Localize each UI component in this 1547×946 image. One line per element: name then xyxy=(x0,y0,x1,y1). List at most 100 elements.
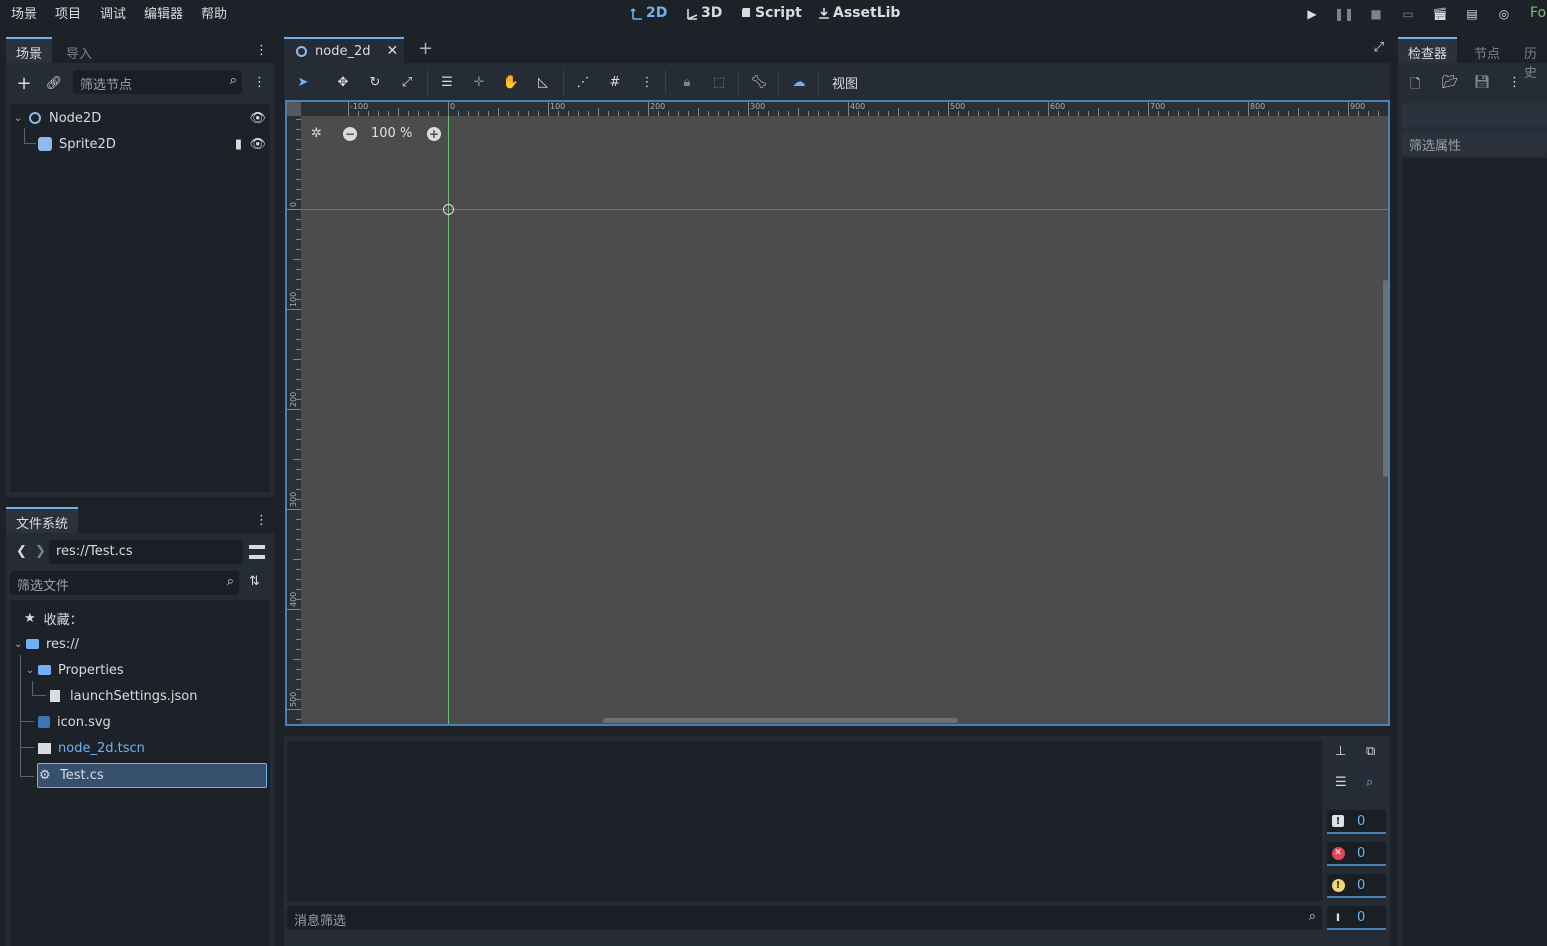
add-node-icon[interactable]: + xyxy=(16,73,32,94)
zoom-level[interactable]: 100 % xyxy=(371,126,412,141)
tree-row-properties[interactable]: ⌄ Properties xyxy=(26,659,124,681)
tab-filesystem[interactable]: 文件系统 xyxy=(6,507,79,533)
path-field[interactable]: res://Test.cs xyxy=(49,540,243,564)
vertical-scrollbar[interactable] xyxy=(1383,280,1388,477)
main-tab-2d[interactable]: 2D xyxy=(631,5,667,21)
tree-row-icon-svg[interactable]: icon.svg xyxy=(38,711,111,733)
new-resource-icon[interactable]: 🗋︎ xyxy=(1410,75,1420,97)
smart-snap-icon[interactable]: ⋰ xyxy=(573,73,593,91)
copy-icon[interactable]: ⧉ xyxy=(1366,744,1375,759)
play-icon[interactable]: ▶ xyxy=(1302,5,1322,23)
script-attached-icon[interactable]: ▮ xyxy=(235,137,242,152)
dock-menu-icon[interactable]: ⋮ xyxy=(255,43,268,58)
open-resource-icon[interactable]: 📂︎ xyxy=(1442,75,1459,90)
errors-toggle[interactable]: ✕ 0 xyxy=(1327,842,1386,866)
property-filter-input[interactable]: 筛选属性 xyxy=(1402,131,1547,155)
menu-editor[interactable]: 编辑器 xyxy=(144,3,183,22)
renderer-label[interactable]: Fo xyxy=(1530,5,1546,21)
visibility-icon[interactable]: 👁︎ xyxy=(249,137,266,152)
main-tab-assetlib[interactable]: AssetLib xyxy=(818,5,900,21)
ruler-minor-tick xyxy=(418,111,419,116)
filter-search-icon[interactable]: ⌕ xyxy=(1366,775,1373,790)
main-tab-script[interactable]: Script xyxy=(740,5,802,21)
ruler-minor-tick xyxy=(296,429,301,430)
main-tab-3d[interactable]: 3D xyxy=(686,5,722,21)
forward-icon[interactable]: ❯ xyxy=(35,544,46,559)
tab-history[interactable]: 历史 xyxy=(1514,37,1547,81)
save-resource-icon[interactable]: 💾︎ xyxy=(1474,75,1491,90)
rotate-mode-icon[interactable]: ↻ xyxy=(365,73,385,91)
menu-project[interactable]: 项目 xyxy=(55,3,81,22)
tree-row-sprite2d[interactable]: Sprite2D ▮ 👁︎ xyxy=(38,133,266,155)
tree-row-launchsettings[interactable]: launchSettings.json xyxy=(50,685,197,707)
ruler-mode-icon[interactable]: ◺ xyxy=(533,73,553,91)
remote-debug-icon[interactable]: ▭ xyxy=(1398,5,1418,23)
scene-menu-icon[interactable]: ⋮ xyxy=(253,75,266,90)
camera-override-icon[interactable]: ☁ xyxy=(789,73,809,91)
skeleton-icon[interactable]: 🦴︎ xyxy=(749,73,769,91)
zoom-out-icon[interactable]: − xyxy=(343,127,357,141)
movie-maker-icon[interactable]: ◎ xyxy=(1494,5,1514,23)
play-custom-scene-icon[interactable]: ▤ xyxy=(1462,5,1482,23)
ruler-minor-tick xyxy=(458,111,459,116)
object-selector[interactable] xyxy=(1402,103,1547,127)
file-filter-input[interactable]: 筛选文件 ⌕ xyxy=(10,571,239,595)
ruler-minor-tick xyxy=(296,719,301,720)
tree-row-test-cs[interactable]: ⚙︎ Test.cs xyxy=(37,763,267,788)
snap-options-icon[interactable]: ⋮ xyxy=(637,73,657,91)
tree-row-node2d[interactable]: ⌄ Node2D 👁︎ xyxy=(14,107,266,129)
sort-icon[interactable]: ⇅ xyxy=(249,574,260,589)
split-mode-icon[interactable] xyxy=(249,545,265,559)
select-mode-icon[interactable]: ➤ xyxy=(293,73,313,91)
center-view-icon[interactable]: ✲ xyxy=(311,126,322,141)
ruler-minor-tick xyxy=(296,649,301,650)
chevron-down-icon[interactable]: ⌄ xyxy=(26,665,38,676)
tab-scene[interactable]: 场景 xyxy=(6,37,53,63)
list-select-icon[interactable]: ☰ xyxy=(437,73,457,91)
favorites-row[interactable]: ★ 收藏： xyxy=(24,607,83,629)
link-icon[interactable]: 🔗︎ xyxy=(46,75,63,91)
scene-filter-input[interactable]: 筛选节点 ⌕ xyxy=(73,70,242,94)
dock-menu-icon[interactable]: ⋮ xyxy=(255,513,268,528)
collapse-icon[interactable]: ☰ xyxy=(1335,775,1347,790)
tab-import[interactable]: 导入 xyxy=(56,37,102,63)
pivot-icon[interactable]: ✛ xyxy=(469,73,489,91)
add-scene-icon[interactable]: + xyxy=(418,38,433,59)
inspector-menu-icon[interactable]: ⋮ xyxy=(1508,75,1521,90)
ruler-minor-tick xyxy=(1088,111,1089,116)
message-filter-input[interactable]: 消息筛选 ⌕ xyxy=(287,906,1322,930)
pause-icon[interactable]: ❚❚ xyxy=(1334,5,1354,23)
tree-row-node2d-tscn[interactable]: node_2d.tscn xyxy=(38,737,145,759)
menu-help[interactable]: 帮助 xyxy=(201,3,227,22)
warnings-toggle[interactable]: ! 0 xyxy=(1327,874,1386,898)
lock-icon[interactable]: 🔒︎ xyxy=(677,73,697,91)
menu-debug[interactable]: 调试 xyxy=(100,3,126,22)
messages-toggle[interactable]: ! 0 xyxy=(1327,810,1386,834)
close-icon[interactable]: ✕ xyxy=(386,43,398,59)
distraction-free-icon[interactable]: ⤢ xyxy=(1374,40,1384,55)
editor-messages-toggle[interactable]: ı 0 xyxy=(1327,906,1386,930)
tab-node[interactable]: 节点 xyxy=(1464,37,1510,63)
view-menu[interactable]: 视图 xyxy=(830,73,860,92)
visibility-icon[interactable]: 👁︎ xyxy=(249,111,266,126)
ruler-label: 0 xyxy=(289,201,298,207)
canvas-viewport[interactable]: -100 0 100 200 300 400 500 600 700 800 900 0 100 200… xyxy=(285,100,1390,726)
chevron-down-icon[interactable]: ⌄ xyxy=(14,113,26,124)
group-icon[interactable]: ⬚ xyxy=(709,73,729,91)
stop-icon[interactable]: ■ xyxy=(1366,5,1386,23)
ruler-minor-tick xyxy=(618,111,619,116)
pan-mode-icon[interactable]: ✋ xyxy=(501,73,521,91)
scale-mode-icon[interactable]: ⤢ xyxy=(397,73,417,91)
grid-snap-icon[interactable]: # xyxy=(605,73,625,91)
back-icon[interactable]: ❮ xyxy=(16,544,27,559)
scene-tab-node2d[interactable]: node_2d ✕ xyxy=(284,37,404,63)
zoom-in-icon[interactable]: + xyxy=(427,127,441,141)
tab-inspector[interactable]: 检查器 xyxy=(1398,37,1458,63)
clear-output-icon[interactable]: ⊥ xyxy=(1335,744,1346,759)
menu-scene[interactable]: 场景 xyxy=(11,3,37,22)
tree-row-res[interactable]: ⌄ res:// xyxy=(14,633,79,655)
horizontal-scrollbar[interactable] xyxy=(603,718,958,723)
move-mode-icon[interactable]: ✥ xyxy=(333,73,353,91)
chevron-down-icon[interactable]: ⌄ xyxy=(14,639,26,650)
play-scene-icon[interactable]: 🎬︎ xyxy=(1430,5,1450,23)
